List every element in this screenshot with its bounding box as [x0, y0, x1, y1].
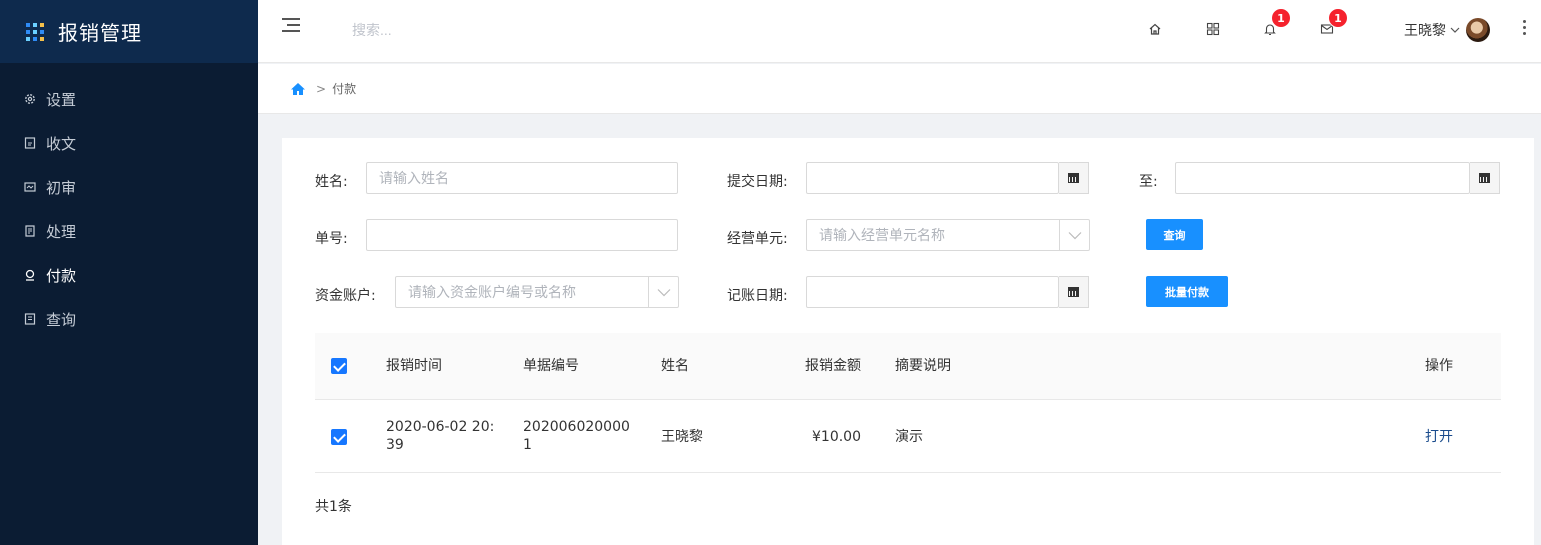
query-icon — [24, 313, 36, 325]
fund-account-placeholder: 请输入资金账户编号或名称 — [408, 285, 576, 301]
document-icon — [24, 137, 36, 149]
notification-badge: 1 — [1271, 8, 1291, 28]
breadcrumb-current: 付款 — [332, 82, 357, 96]
logo-bar: 报销管理 — [0, 0, 258, 63]
sidebar-item-inbox[interactable]: 收文 — [0, 121, 258, 165]
breadcrumb: > 付款 — [258, 64, 1541, 114]
home-icon[interactable] — [1146, 20, 1164, 38]
reimburse-time-line1: 2020-06-02 20: — [386, 419, 495, 435]
user-name: 王晓黎 — [1404, 23, 1446, 39]
booking-date-label: 记账日期: — [727, 288, 788, 304]
business-unit-label: 经营单元: — [727, 231, 788, 247]
message-badge: 1 — [1328, 8, 1348, 28]
submit-date-end-input[interactable] — [1175, 162, 1470, 194]
home-breadcrumb-icon[interactable] — [290, 82, 306, 96]
avatar — [1466, 18, 1490, 42]
submit-date-start-input[interactable] — [806, 162, 1059, 194]
sidebar: 报销管理 设置 收文 初审 处理 付款 查询 — [0, 0, 258, 545]
sidebar-item-label: 处理 — [46, 222, 77, 241]
app-grid-logo-icon — [26, 22, 44, 41]
order-no-label: 单号: — [315, 231, 348, 247]
total-count: 共1条 — [315, 499, 352, 515]
query-button[interactable]: 查询 — [1146, 219, 1203, 250]
sidebar-item-label: 付款 — [46, 266, 77, 285]
doc-number-line1: 202006020000 — [523, 419, 630, 435]
sidebar-item-query[interactable]: 查询 — [0, 297, 258, 341]
row-summary: 演示 — [895, 429, 923, 445]
to-label: 至: — [1139, 174, 1158, 190]
mail-icon[interactable]: 1 — [1318, 8, 1348, 38]
chevron-down-icon — [1450, 26, 1460, 34]
order-no-input[interactable] — [366, 219, 678, 251]
column-header: 摘要说明 — [895, 358, 951, 374]
column-header: 报销金额 — [805, 358, 861, 374]
sidebar-item-settings[interactable]: 设置 — [0, 77, 258, 121]
business-unit-placeholder: 请输入经营单元名称 — [819, 228, 945, 244]
table-row: 2020-06-02 20: 39 202006020000 1 王晓黎 ¥10… — [315, 400, 1501, 473]
row-name: 王晓黎 — [661, 429, 703, 445]
column-header: 单据编号 — [523, 358, 579, 374]
app-title: 报销管理 — [58, 21, 142, 45]
main-card: 姓名: 提交日期: 至: 单号: 经营单元: 请输入经营单元名称 查询 资金账户… — [282, 138, 1534, 545]
doc-number-line2: 1 — [523, 437, 532, 453]
doc-number: 202006020000 1 — [523, 418, 630, 454]
column-header: 报销时间 — [386, 358, 442, 374]
chevron-down-icon — [1059, 220, 1089, 250]
fund-account-select[interactable]: 请输入资金账户编号或名称 — [395, 276, 679, 308]
search-input[interactable] — [352, 22, 552, 38]
bell-icon[interactable]: 1 — [1261, 8, 1291, 38]
business-unit-select[interactable]: 请输入经营单元名称 — [806, 219, 1090, 251]
sidebar-item-review[interactable]: 初审 — [0, 165, 258, 209]
menu-toggle-icon[interactable] — [282, 18, 300, 32]
name-input[interactable] — [366, 162, 678, 194]
sidebar-item-label: 初审 — [46, 178, 77, 197]
payment-icon — [24, 269, 36, 281]
booking-date-input[interactable] — [806, 276, 1059, 308]
batch-pay-button[interactable]: 批量付款 — [1146, 276, 1228, 307]
table-header: 报销时间 单据编号 姓名 报销金额 摘要说明 操作 — [315, 333, 1501, 400]
process-icon — [24, 225, 36, 237]
calendar-icon[interactable] — [1470, 162, 1500, 194]
reimburse-time: 2020-06-02 20: 39 — [386, 418, 494, 454]
row-amount: ¥10.00 — [812, 429, 861, 445]
column-header: 操作 — [1425, 358, 1453, 374]
gear-icon — [24, 93, 36, 105]
top-header: 1 1 王晓黎 — [258, 0, 1541, 63]
sidebar-item-label: 收文 — [46, 134, 77, 153]
calendar-icon[interactable] — [1059, 162, 1089, 194]
sidebar-item-payment[interactable]: 付款 — [0, 253, 258, 297]
sidebar-item-process[interactable]: 处理 — [0, 209, 258, 253]
select-all-checkbox[interactable] — [331, 358, 347, 374]
sidebar-menu: 设置 收文 初审 处理 付款 查询 — [0, 63, 258, 341]
submit-date-label: 提交日期: — [727, 174, 788, 190]
open-link[interactable]: 打开 — [1425, 428, 1453, 446]
user-menu[interactable]: 王晓黎 — [1404, 18, 1490, 42]
fund-account-label: 资金账户: — [315, 288, 376, 304]
more-vertical-icon[interactable] — [1521, 20, 1527, 38]
sidebar-item-label: 查询 — [46, 310, 77, 329]
apps-grid-icon[interactable] — [1204, 20, 1222, 38]
name-label: 姓名: — [315, 174, 348, 190]
calendar-icon[interactable] — [1059, 276, 1089, 308]
chevron-down-icon — [648, 277, 678, 307]
sidebar-item-label: 设置 — [46, 90, 77, 109]
reimburse-time-line2: 39 — [386, 437, 404, 453]
row-checkbox[interactable] — [331, 429, 347, 445]
review-icon — [24, 181, 36, 193]
column-header: 姓名 — [661, 358, 689, 374]
breadcrumb-separator: > — [316, 81, 327, 96]
